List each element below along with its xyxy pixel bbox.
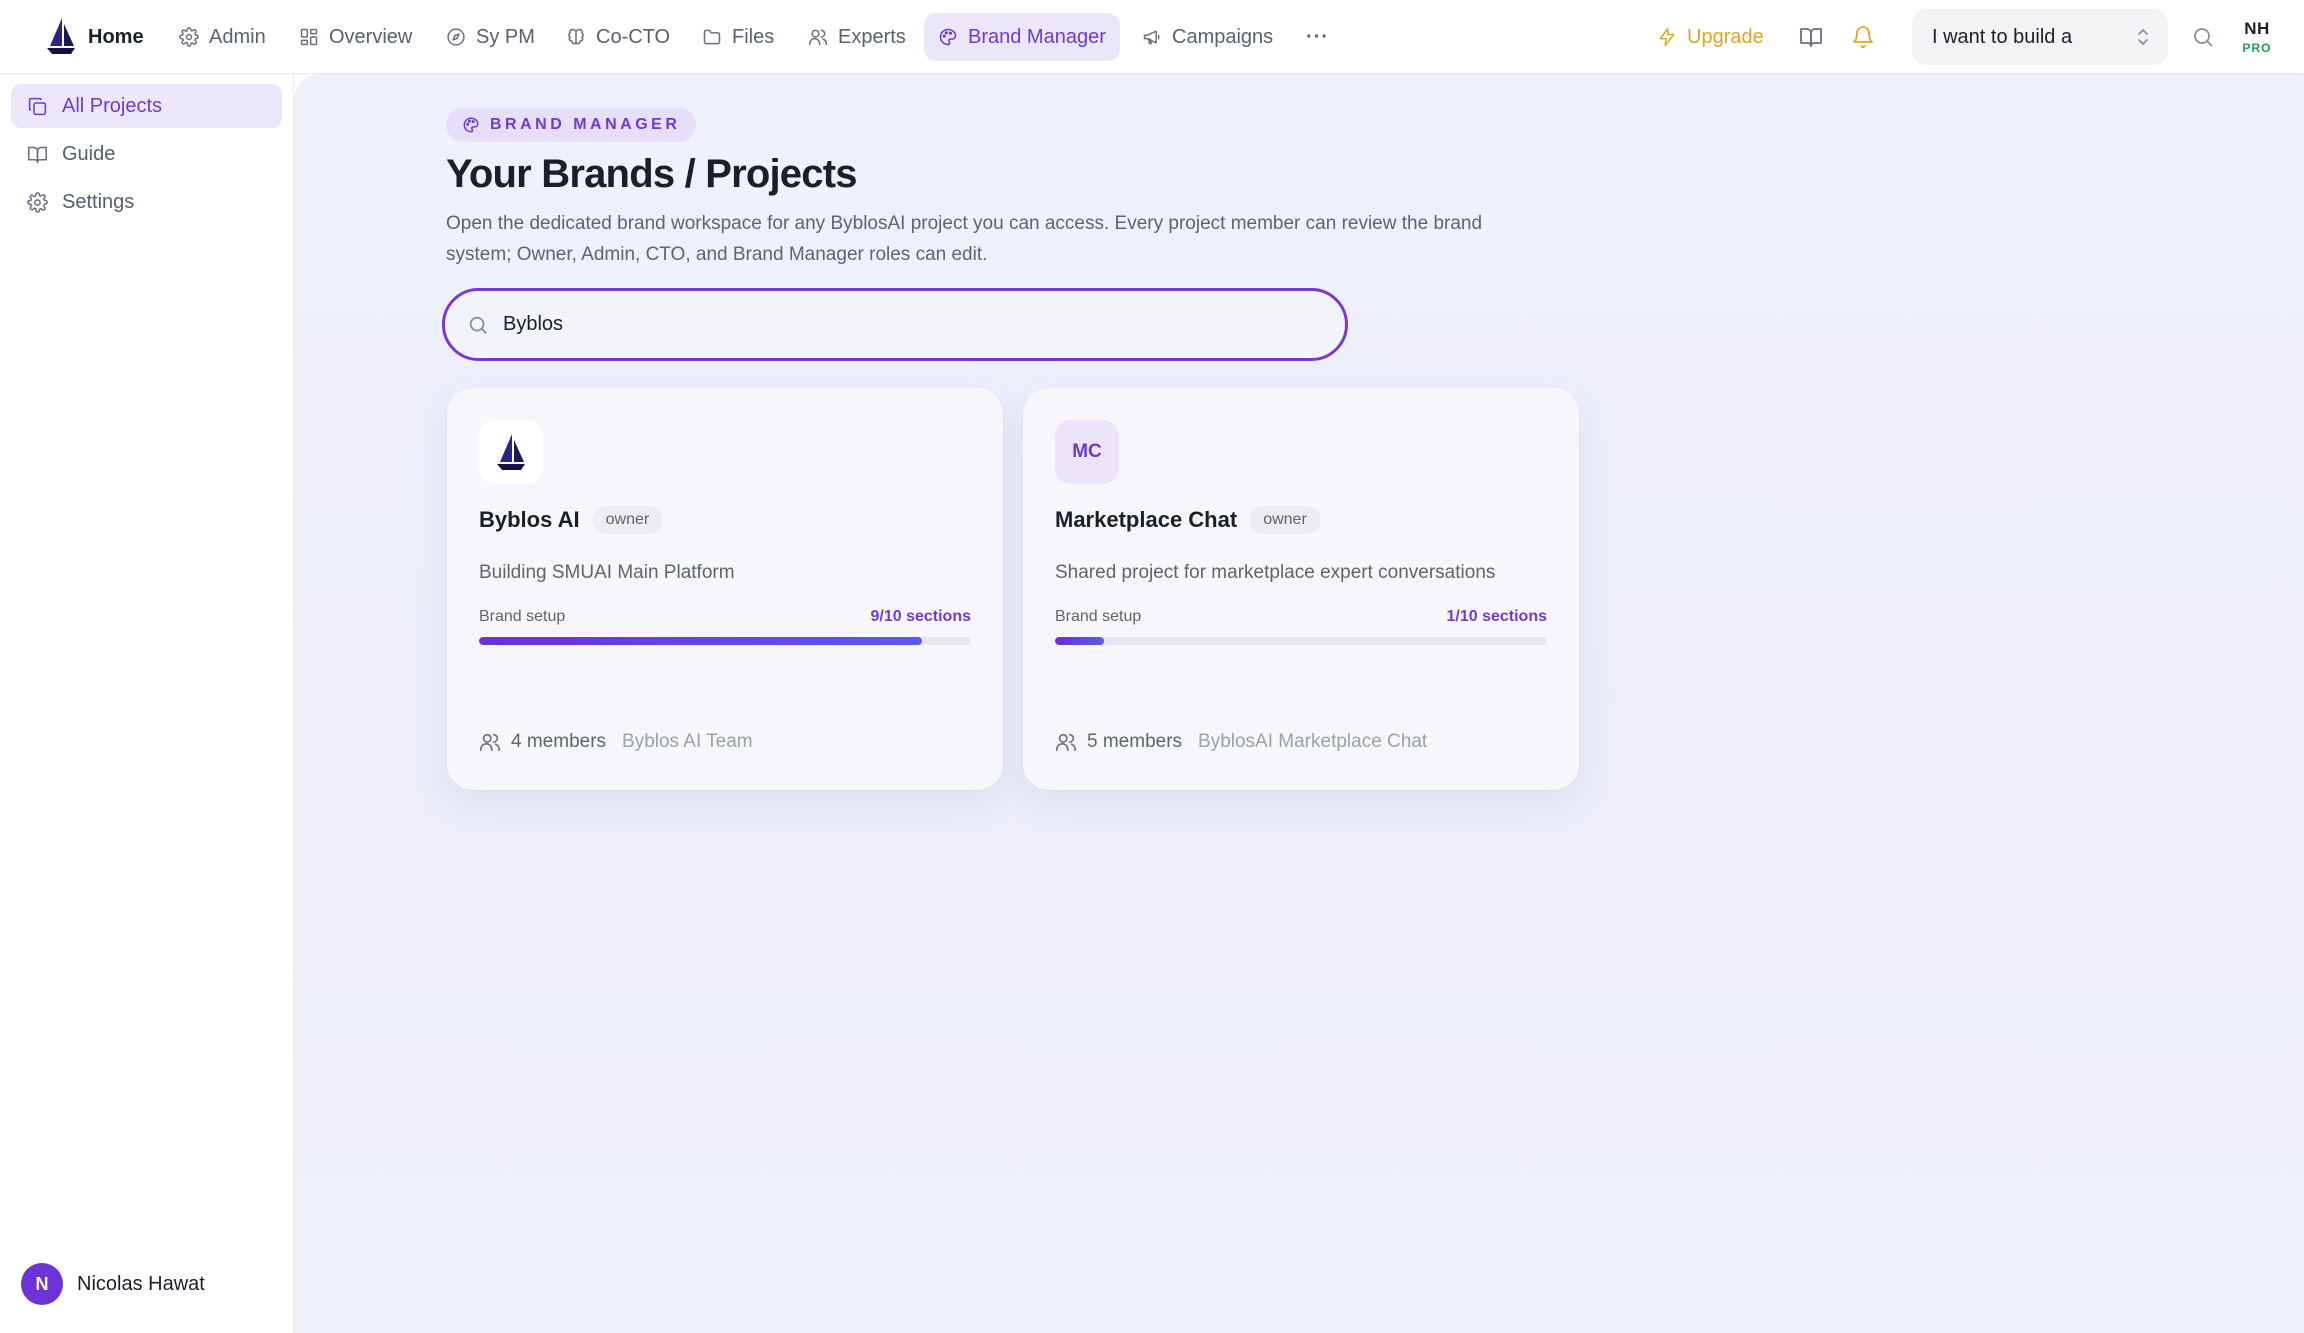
nav-co-cto-label: Co-CTO	[596, 25, 671, 48]
nav-admin-label: Admin	[209, 25, 266, 48]
project-name: Marketplace Chat	[1055, 507, 1238, 532]
project-logo	[479, 420, 543, 484]
project-name: Byblos AI	[479, 507, 580, 532]
main-content: BRAND MANAGER Your Brands / Projects Ope…	[294, 74, 2304, 1333]
notifications-button[interactable]	[1846, 20, 1880, 54]
top-navigation-bar: Home Admin Overview Sy PM Co-CTO Files E…	[0, 0, 2304, 74]
progress-fill	[1055, 637, 1105, 645]
folder-icon	[703, 29, 721, 45]
nav-experts[interactable]: Experts	[794, 13, 920, 61]
nav-files[interactable]: Files	[688, 13, 788, 61]
byblos-sail-logo-icon	[497, 434, 525, 470]
upgrade-label: Upgrade	[1687, 25, 1764, 48]
project-search	[442, 288, 1348, 361]
sidebar-item-settings[interactable]: Settings	[11, 180, 282, 224]
role-badge: owner	[591, 506, 664, 534]
avatar: N	[21, 1263, 63, 1305]
card-meta: 5 members ByblosAI Marketplace Chat	[1055, 731, 1427, 753]
megaphone-icon	[1143, 30, 1160, 45]
nav-files-label: Files	[732, 25, 775, 48]
role-badge: owner	[1249, 506, 1321, 534]
user-name: Nicolas Hawat	[77, 1272, 205, 1295]
progress-fill	[479, 637, 922, 645]
more-menu-button[interactable]: ···	[1292, 13, 1343, 61]
project-description: Building SMUAI Main Platform	[479, 562, 735, 583]
nav-campaigns-label: Campaigns	[1172, 25, 1274, 48]
avatar-initial: N	[35, 1273, 49, 1294]
sidebar-item-label: All Projects	[62, 94, 163, 117]
user-avatar-menu[interactable]: NH PRO	[2236, 12, 2278, 62]
brand-setup-count: 9/10 sections	[870, 608, 972, 625]
nav-admin[interactable]: Admin	[165, 13, 280, 61]
nav-campaigns[interactable]: Campaigns	[1128, 13, 1287, 61]
gear-icon	[179, 27, 199, 47]
lightning-icon	[1659, 27, 1675, 47]
byblos-logo-icon[interactable]	[44, 16, 78, 56]
bell-icon	[1853, 26, 1873, 48]
nav-overview[interactable]: Overview	[285, 13, 426, 61]
sidebar-item-label: Settings	[62, 190, 135, 213]
brand-setup-count: 1/10 sections	[1446, 608, 1548, 625]
eyebrow-label: BRAND MANAGER	[490, 116, 681, 133]
build-intent-value: I want to build a	[1932, 25, 2073, 48]
users-icon	[808, 29, 828, 46]
sidebar: All Projects Guide Settings N Nicolas Ha…	[0, 74, 294, 1333]
nav-experts-label: Experts	[838, 25, 906, 48]
nav-home-label: Home	[88, 25, 144, 48]
sidebar-item-guide[interactable]: Guide	[11, 132, 282, 176]
gear-icon	[27, 191, 48, 213]
users-icon	[480, 733, 500, 752]
project-logo: MC	[1055, 420, 1119, 484]
avatar-initials: NH	[2244, 19, 2270, 38]
section-eyebrow: BRAND MANAGER	[446, 108, 697, 142]
project-card-marketplace-chat[interactable]: MC Marketplace Chat owner Shared project…	[1023, 388, 1579, 790]
palette-icon	[939, 28, 957, 46]
project-description: Shared project for marketplace expert co…	[1055, 562, 1496, 583]
brain-icon	[568, 28, 584, 45]
project-card-byblos-ai[interactable]: Byblos AI owner Building SMUAI Main Plat…	[447, 388, 1003, 790]
card-title-row: Byblos AI owner	[479, 506, 664, 534]
sidebar-item-all-projects[interactable]: All Projects	[11, 84, 282, 128]
search-icon	[2194, 28, 2213, 47]
users-icon	[1056, 733, 1076, 752]
nav-overview-label: Overview	[329, 25, 413, 48]
brand-setup-progress	[1055, 637, 1547, 645]
nav-sy-pm[interactable]: Sy PM	[432, 13, 549, 61]
chevron-up-down-icon	[2138, 29, 2148, 45]
page-title: Your Brands / Projects	[446, 152, 857, 196]
search-input[interactable]	[503, 313, 1323, 336]
card-title-row: Marketplace Chat owner	[1055, 506, 1321, 534]
docs-button[interactable]	[1794, 20, 1828, 54]
brand-setup-progress	[479, 637, 971, 645]
copy-icon	[28, 97, 47, 115]
brand-setup-label: Brand setup	[1055, 608, 1142, 625]
member-count: 5 members	[1087, 731, 1183, 752]
sidebar-item-label: Guide	[62, 142, 116, 165]
book-open-icon	[27, 146, 48, 163]
nav-brand-manager[interactable]: Brand Manager	[924, 13, 1120, 61]
palette-icon	[463, 117, 479, 133]
nav-co-cto[interactable]: Co-CTO	[552, 13, 684, 61]
pro-badge: PRO	[2242, 41, 2272, 55]
build-intent-select[interactable]: I want to build a	[1912, 9, 2168, 65]
project-monogram: MC	[1072, 441, 1102, 462]
sidebar-user-profile[interactable]: N Nicolas Hawat	[21, 1263, 205, 1305]
global-search-button[interactable]	[2186, 20, 2220, 54]
card-meta: 4 members Byblos AI Team	[479, 731, 753, 753]
nav-home[interactable]: Home	[74, 13, 158, 61]
layout-grid-icon	[300, 28, 318, 46]
more-icon: ···	[1306, 25, 1329, 48]
brand-setup-label: Brand setup	[479, 608, 566, 625]
page-description: Open the dedicated brand workspace for a…	[446, 213, 1483, 265]
team-name: Byblos AI Team	[622, 731, 753, 752]
upgrade-button[interactable]: Upgrade	[1643, 13, 1778, 61]
search-icon	[469, 316, 487, 334]
book-open-icon	[1800, 28, 1822, 47]
nav-sy-pm-label: Sy PM	[476, 25, 535, 48]
member-count: 4 members	[511, 731, 607, 752]
team-name: ByblosAI Marketplace Chat	[1198, 731, 1428, 752]
compass-icon	[447, 28, 465, 46]
nav-brand-manager-label: Brand Manager	[968, 25, 1106, 48]
